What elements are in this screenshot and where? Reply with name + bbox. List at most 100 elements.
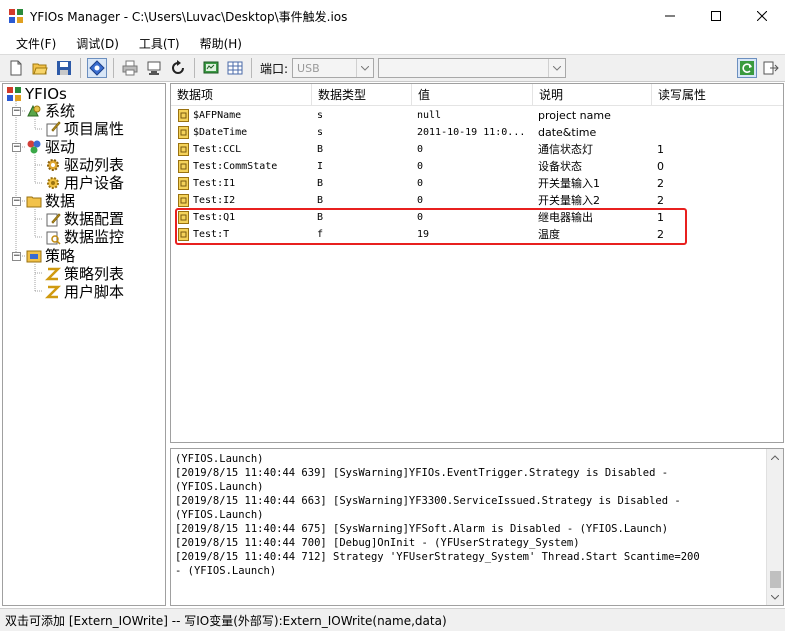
menu-file[interactable]: 文件(F)	[10, 33, 62, 54]
tree-item-project-properties[interactable]: 项目属性	[45, 120, 124, 138]
io-variable-icon	[178, 126, 189, 139]
tree-item-driver-list[interactable]: 驱动列表	[45, 156, 124, 174]
tree-item-strategy-list[interactable]: 策略列表	[45, 265, 124, 283]
log-scrollbar[interactable]	[766, 449, 783, 605]
io-variable-icon	[178, 143, 189, 156]
maximize-button[interactable]	[693, 0, 739, 32]
tree-expander[interactable]: −	[12, 197, 21, 206]
table-row[interactable]: Test:CCL B 0 通信状态灯 1	[171, 141, 783, 158]
column-header-value[interactable]: 值	[412, 84, 533, 106]
open-button[interactable]	[30, 58, 50, 78]
cell-rw	[657, 124, 777, 141]
refresh-icon	[172, 60, 184, 74]
log-line: [2019/8/15 11:40:44 639] [SysWarning]YFI…	[175, 467, 669, 479]
column-header-description[interactable]: 说明	[533, 84, 652, 106]
menu-tools[interactable]: 工具(T)	[133, 33, 186, 54]
scroll-up-button[interactable]	[767, 449, 783, 465]
io-variable-icon	[178, 177, 189, 190]
open-folder-icon	[32, 63, 48, 75]
print-button[interactable]	[120, 58, 140, 78]
tree-node-strategy[interactable]: 策略	[26, 247, 75, 265]
cell-type: s	[317, 127, 324, 138]
cell-type: B	[317, 195, 324, 206]
chevron-down-icon	[771, 594, 779, 600]
connect-icon	[89, 60, 105, 76]
tree-expander[interactable]: −	[12, 107, 21, 116]
title-bar: YFIOs Manager - C:\Users\Luvac\Desktop\事…	[0, 0, 785, 32]
toolbar-separator	[113, 58, 114, 78]
chevron-up-icon	[771, 454, 779, 460]
refresh-button[interactable]	[168, 58, 188, 78]
new-button[interactable]	[6, 58, 26, 78]
monitor-button[interactable]	[201, 58, 221, 78]
table-row[interactable]: Test:I1 B 0 开关量输入1 2	[171, 175, 783, 192]
toolbar-separator	[80, 58, 81, 78]
column-header-type[interactable]: 数据类型	[312, 84, 412, 106]
cell-name: $DateTime	[193, 127, 248, 138]
minimize-icon	[665, 15, 675, 17]
log-panel: (YFIOS.Launch) [2019/8/15 11:40:44 639] […	[170, 448, 784, 606]
log-line: [2019/8/15 11:40:44 712] Strategy 'YFUse…	[175, 551, 700, 563]
log-line: [2019/8/15 11:40:44 675] [SysWarning]YFS…	[175, 523, 669, 535]
cell-rw	[657, 107, 777, 124]
grid-header: 数据项 数据类型 值 说明 读写属性	[171, 84, 783, 106]
cell-type: s	[317, 110, 324, 121]
cell-name: Test:I2	[193, 195, 236, 206]
menu-debug[interactable]: 调试(D)	[70, 33, 125, 54]
chevron-down-icon	[356, 59, 373, 77]
device-button[interactable]	[144, 58, 164, 78]
table-row[interactable]: Test:I2 B 0 开关量输入2 2	[171, 192, 783, 209]
tree-node-system[interactable]: 系统	[26, 102, 75, 120]
cell-description: 开关量输入1	[538, 177, 600, 190]
system-icon	[27, 104, 41, 117]
tree-item-user-script[interactable]: 用户脚本	[45, 283, 124, 301]
tree-item-user-devices[interactable]: 用户设备	[45, 174, 124, 192]
scroll-thumb[interactable]	[770, 571, 781, 588]
log-line: (YFIOS.Launch)	[175, 509, 264, 521]
gear-icon	[47, 159, 59, 171]
exit-button[interactable]	[761, 58, 781, 78]
port-select[interactable]: USB	[292, 58, 375, 78]
column-header-name[interactable]: 数据项	[171, 84, 312, 106]
cell-rw: 1	[657, 143, 664, 156]
tree-item-data-monitor[interactable]: 数据监控	[45, 228, 124, 246]
tree-item-label: 数据监控	[64, 228, 125, 246]
sync-button[interactable]	[737, 58, 757, 78]
cell-rw: 2	[657, 177, 664, 190]
table-row[interactable]: $DateTime s 2011-10-19 11:0... date&time	[171, 124, 783, 141]
edit-icon	[46, 213, 61, 227]
monitor-icon	[203, 61, 219, 74]
tree-item-label: 项目属性	[64, 120, 125, 138]
tree-item-label: 用户设备	[64, 174, 125, 192]
yfios-root-icon	[7, 87, 21, 101]
close-icon	[757, 11, 767, 21]
grid-icon	[227, 61, 243, 75]
tree-item-data-config[interactable]: 数据配置	[45, 210, 124, 228]
tree-node-label: 驱动	[45, 138, 76, 156]
tree-root-label: YFIOs	[25, 85, 67, 103]
save-button[interactable]	[54, 58, 74, 78]
io-variable-icon	[178, 160, 189, 173]
cell-name: Test:CCL	[193, 144, 242, 155]
close-button[interactable]	[739, 0, 785, 32]
tree-root[interactable]: YFIOs	[6, 85, 67, 103]
strategy-icon	[26, 250, 42, 263]
scroll-down-button[interactable]	[767, 589, 783, 605]
exit-icon	[763, 61, 779, 75]
tree-expander[interactable]: −	[12, 252, 21, 261]
menu-help[interactable]: 帮助(H)	[194, 33, 248, 54]
table-row[interactable]: $AFPName s null project name	[171, 107, 783, 124]
tree-expander[interactable]: −	[12, 143, 21, 152]
secondary-select[interactable]	[378, 58, 567, 78]
table-row[interactable]: Test:CommState I 0 设备状态 0	[171, 158, 783, 175]
tree-node-label: 系统	[45, 102, 76, 120]
connect-button[interactable]	[87, 58, 107, 78]
tree-node-driver[interactable]: 驱动	[26, 138, 75, 156]
tree-node-data[interactable]: 数据	[26, 192, 75, 210]
minimize-button[interactable]	[647, 0, 693, 32]
cell-type: B	[317, 178, 324, 189]
cell-value: 2011-10-19 11:0...	[417, 127, 526, 138]
menu-bar: 文件(F) 调试(D) 工具(T) 帮助(H)	[0, 32, 785, 54]
column-header-rw[interactable]: 读写属性	[652, 84, 783, 106]
grid-button[interactable]	[225, 58, 245, 78]
